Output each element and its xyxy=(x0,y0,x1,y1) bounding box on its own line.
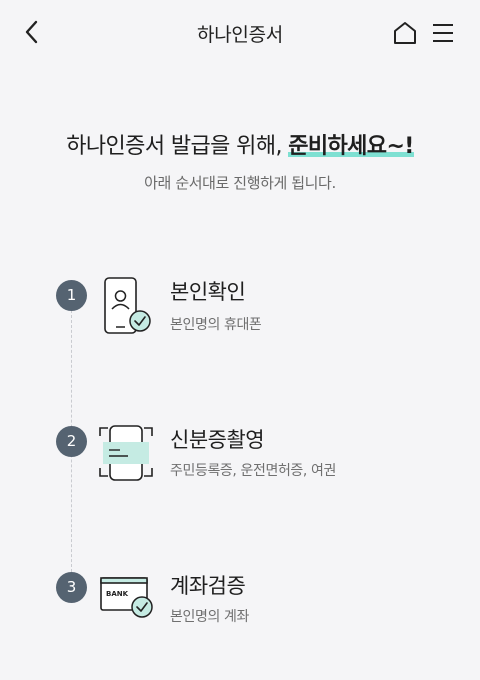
intro-headline: 하나인증서 발급을 위해, 준비하세요~! xyxy=(0,128,480,160)
intro-subline: 아래 순서대로 진행하게 됩니다. xyxy=(144,174,336,192)
step-number-badge: 3 xyxy=(56,572,87,603)
home-icon xyxy=(394,22,416,44)
step-description: 주민등록증, 운전면허증, 여권 xyxy=(170,463,336,479)
id-card-scan-icon xyxy=(98,422,156,481)
step-description: 본인명의 휴대폰 xyxy=(170,317,262,333)
bank-card-check-icon: BANK xyxy=(98,574,156,632)
step-identity-verification: 1 본인확인 본인명의 휴대폰 xyxy=(0,270,480,340)
step-title: 계좌검증 xyxy=(170,574,246,598)
home-button[interactable] xyxy=(392,20,418,46)
headline-text: 하나인증서 발급을 위해, xyxy=(66,134,289,159)
step-title: 본인확인 xyxy=(170,280,246,304)
hamburger-menu-icon xyxy=(433,24,453,42)
step-title: 신분증촬영 xyxy=(170,428,265,452)
card-bank-text: BANK xyxy=(106,590,129,598)
step-description: 본인명의 계좌 xyxy=(170,609,249,625)
phone-person-check-icon xyxy=(98,270,156,334)
step-account-verification: 3 BANK 계좌검증 본인명의 계좌 xyxy=(0,562,480,632)
step-number-badge: 2 xyxy=(56,426,87,457)
app-header: 하나인증서 xyxy=(0,0,480,64)
menu-button[interactable] xyxy=(430,20,456,46)
headline-highlight: 준비하세요~! xyxy=(288,134,414,159)
step-number-badge: 1 xyxy=(56,280,87,311)
step-id-card-capture: 2 신분증촬영 주민등록증, 운전면허증, 여권 xyxy=(0,416,480,486)
